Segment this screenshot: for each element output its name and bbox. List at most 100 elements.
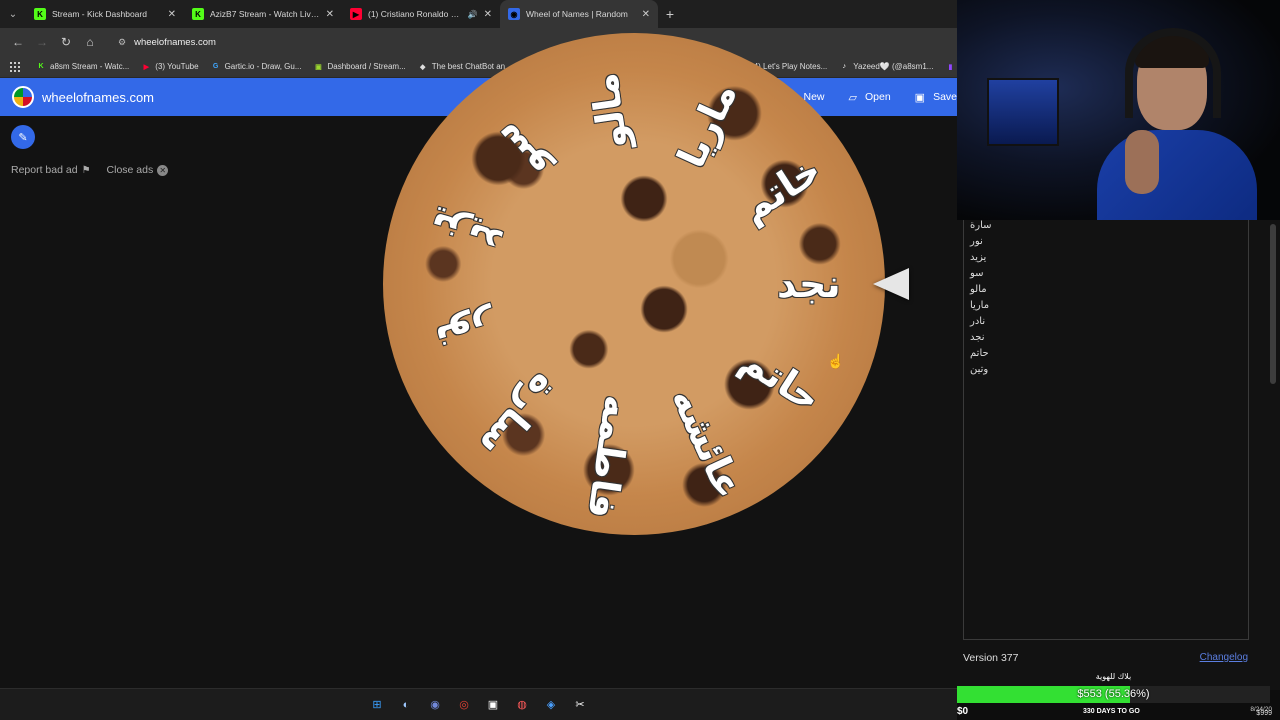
entries-panel: سارة نور يزيد سو مالو ماريا نادر نجد حاتم وتين Ve… <box>957 220 1280 690</box>
bookmarks-bar: Ka8sm Stream - Watc... ▶ (3) YouTube G Garti… <box>0 56 957 78</box>
ad-links: Report bad ad ⚑ Close ads ✕ <box>11 164 184 176</box>
webcam-hand <box>1125 130 1159 194</box>
bookmark-label: (3) YouTube <box>155 62 199 71</box>
open-label: Open <box>864 91 891 103</box>
tab-title: Stream - Kick Dashboard <box>52 9 147 19</box>
tab-close-icon[interactable]: ✕ <box>642 9 650 20</box>
entry-item: يزيد <box>970 252 987 263</box>
goal-amount-label: $553 (55.36%) <box>1077 688 1150 700</box>
cookie-wheel[interactable]: نجد خاتم ماريا مالو سو يزيد نور سارة فاطمه عائشه ح… <box>383 33 885 535</box>
wheel-logo-icon[interactable] <box>12 86 34 108</box>
flag-icon: ⚑ <box>81 164 91 176</box>
wheel-segment-label: ماريا <box>668 75 746 175</box>
close-ads-link[interactable]: Close ads ✕ <box>107 164 169 176</box>
browser-tab[interactable]: K Stream - Kick Dashboard ✕ <box>26 0 184 28</box>
bookmark-favicon-icon: ▶ <box>143 63 149 71</box>
bookmark-favicon-icon: ▮ <box>948 63 953 71</box>
webcam-overlay <box>957 0 1280 220</box>
wheel-segment-label: حاتم <box>733 336 830 421</box>
apps-grid-icon[interactable] <box>10 61 20 72</box>
wheel-segment-label: مالو <box>581 70 637 152</box>
bookmark-list: Ka8sm Stream - Watc... ▶ (3) YouTube G Garti… <box>36 62 957 72</box>
bookmark-item[interactable]: Ka8sm Stream - Watc... <box>36 62 129 72</box>
address-bar[interactable]: ⚙ wheelofnames.com <box>108 31 957 53</box>
bookmark-label: Yazeed🤍 (@a8sm1... <box>853 62 934 71</box>
tab-close-icon[interactable]: ✕ <box>168 9 176 20</box>
entry-item: نجد <box>970 332 985 343</box>
entry-item: نادر <box>970 316 986 327</box>
entry-item: حاتم <box>970 348 989 359</box>
browser-tab[interactable]: K AzizB7 Stream - Watch Live on ✕ <box>184 0 342 28</box>
save-icon: ▣ <box>914 91 926 104</box>
edit-pencil-icon[interactable]: ✎ <box>11 125 35 149</box>
tab-close-icon[interactable]: ✕ <box>484 9 492 20</box>
tab-favicon-icon: K <box>192 8 204 20</box>
tab-favicon-icon: ◉ <box>508 8 520 20</box>
changelog-link[interactable]: Changelog <box>1200 652 1248 663</box>
bookmark-label: Dashboard / Stream... <box>327 62 406 71</box>
streamlabs-icon[interactable]: ▣ <box>483 695 503 715</box>
bookmark-item[interactable]: G Gartic.io - Draw, Gu... <box>211 62 302 72</box>
screen: ⌄ K Stream - Kick Dashboard ✕ K AzizB7 Strea… <box>0 0 1280 720</box>
wheel-segment-label: سارة <box>471 365 568 467</box>
goal-progress-bar: $553 (55.36%) <box>957 686 1270 703</box>
browser-tab[interactable]: ▶ (1) Cristiano Ronaldo ● Pon 🔊 ✕ <box>342 0 500 28</box>
reload-icon[interactable]: ↻ <box>54 30 78 54</box>
open-button[interactable]: ▱ Open <box>849 91 891 104</box>
app-icon[interactable]: ◈ <box>541 695 561 715</box>
browser-tab[interactable]: ◉ Wheel of Names | Random ✕ <box>500 0 658 28</box>
folder-icon: ▱ <box>848 91 857 104</box>
goal-min-label: $0 <box>957 706 969 717</box>
discord-icon[interactable]: ◉ <box>425 695 445 715</box>
site-info-icon[interactable]: ⚙ <box>118 37 126 48</box>
wheel-segment-label: نور <box>431 303 502 363</box>
tab-title: Wheel of Names | Random <box>526 9 628 19</box>
entries-textbox[interactable]: سارة نور يزيد سو مالو ماريا نادر نجد حاتم وتين <box>963 220 1249 640</box>
steam-icon[interactable]: ◐ <box>396 695 416 715</box>
back-arrow-icon[interactable]: ← <box>6 30 30 54</box>
bookmark-favicon-icon: K <box>38 63 44 70</box>
entry-item: سارة <box>970 220 992 231</box>
save-button[interactable]: ▣ Save <box>915 91 957 104</box>
entry-item: وتين <box>970 364 989 375</box>
wheel-pointer-icon <box>873 268 909 300</box>
home-icon[interactable]: ⌂ <box>78 30 102 54</box>
bookmark-label: The best ChatBot an... <box>431 62 512 71</box>
tab-search-chevron-icon[interactable]: ⌄ <box>0 0 26 28</box>
tab-audio-icon[interactable]: 🔊 <box>468 10 478 19</box>
obs-icon[interactable]: ◍ <box>512 695 532 715</box>
chrome-icon[interactable]: ◎ <box>454 695 474 715</box>
site-title[interactable]: wheelofnames.com <box>42 90 154 105</box>
wheel-segment-label: سو <box>482 114 557 190</box>
tab-title: AzizB7 Stream - Watch Live on <box>210 9 320 19</box>
tab-close-icon[interactable]: ✕ <box>326 9 334 20</box>
capcut-icon[interactable]: ✂ <box>570 695 590 715</box>
bookmark-item[interactable]: ▮Twi <box>945 62 957 72</box>
report-bad-ad-label: Report bad ad <box>11 164 78 176</box>
entry-item: سو <box>970 268 984 279</box>
bookmark-item[interactable]: ▶ (3) YouTube <box>141 62 199 72</box>
bookmark-favicon-icon: ◆ <box>420 63 426 71</box>
hand-cursor-icon: ☝ <box>827 353 845 369</box>
new-tab-plus-icon[interactable]: + <box>658 6 682 22</box>
webcam-shirt <box>1097 130 1257 220</box>
report-bad-ad-link[interactable]: Report bad ad ⚑ <box>11 164 91 176</box>
close-ads-label: Close ads <box>106 164 154 176</box>
goal-days-label: 330 DAYS TO GO <box>1083 708 1140 715</box>
entry-item: نور <box>970 236 983 247</box>
wheel-segment-label: عائشه <box>662 381 751 506</box>
bookmark-favicon-icon: ▣ <box>315 63 322 71</box>
windows-start-icon[interactable]: ⊞ <box>367 695 387 715</box>
donation-goal: بلاك للهوية $553 (55.36%) $0 330 DAYS TO… <box>957 672 1280 720</box>
tab-bar: ⌄ K Stream - Kick Dashboard ✕ K AzizB7 Strea… <box>0 0 957 28</box>
close-circle-icon: ✕ <box>157 164 169 176</box>
goal-max-label: $999 <box>1256 710 1272 717</box>
wheel-segment-label: يزيد <box>424 203 508 267</box>
bookmark-item[interactable]: ♪ Yazeed🤍 (@a8sm1... <box>839 62 934 72</box>
bookmark-item[interactable]: ◆ The best ChatBot an... <box>418 62 512 72</box>
entry-item: ماريا <box>970 300 990 311</box>
bookmark-item[interactable]: ▣ Dashboard / Stream... <box>313 62 406 72</box>
bookmark-label: a8sm Stream - Watc... <box>50 62 130 71</box>
entries-scrollbar[interactable] <box>1270 224 1276 384</box>
forward-arrow-icon[interactable]: → <box>30 30 54 54</box>
